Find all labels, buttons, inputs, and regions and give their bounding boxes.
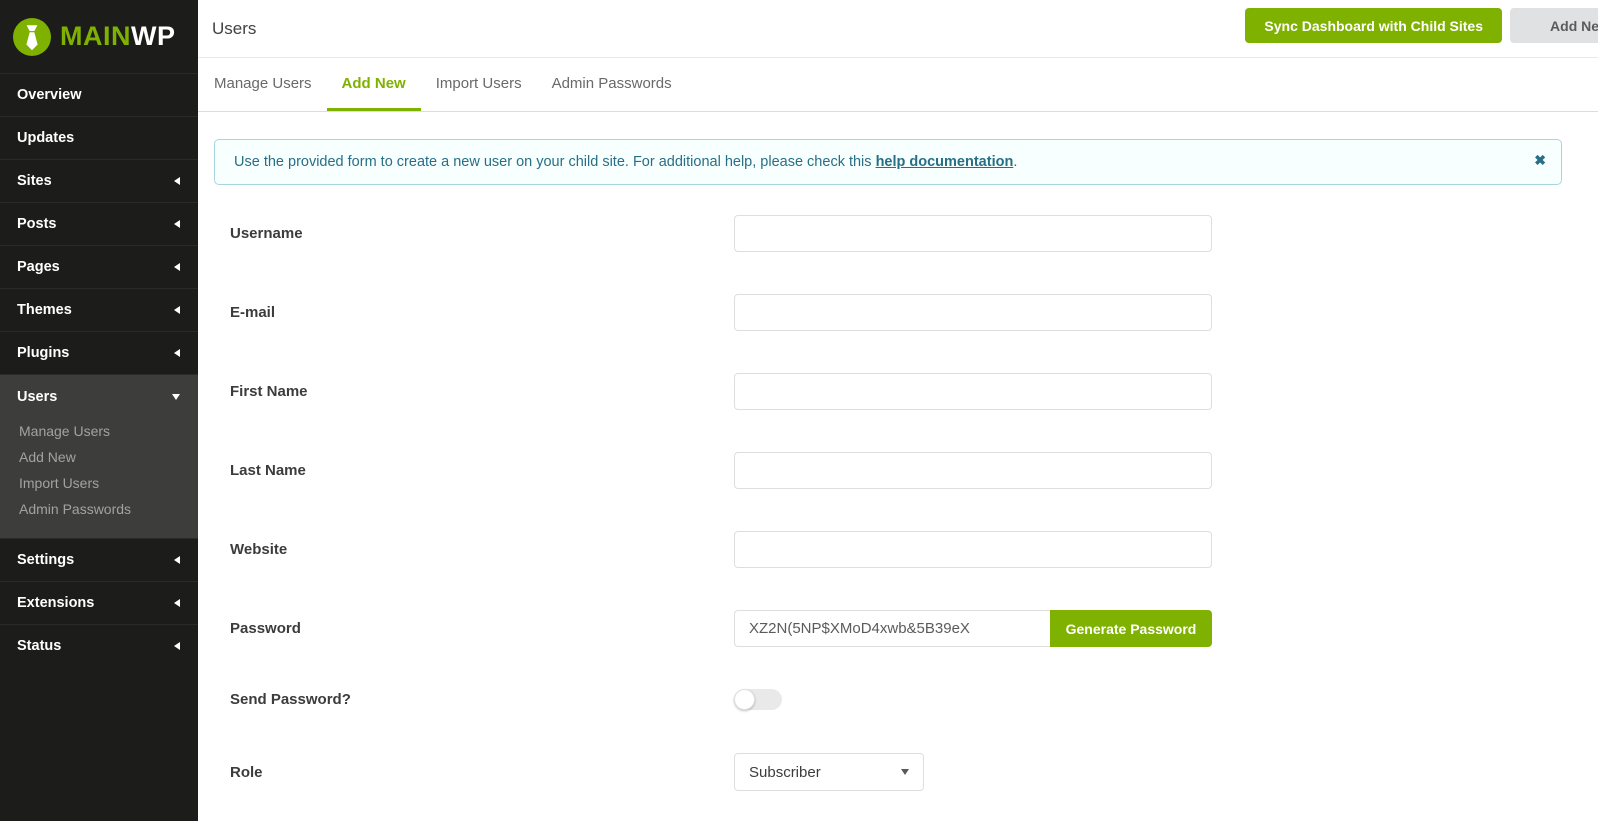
tab-manage-users[interactable]: Manage Users (214, 58, 327, 111)
sidebar-item-label: Pages (17, 259, 60, 275)
chevron-left-icon (174, 556, 180, 564)
chevron-left-icon (174, 642, 180, 650)
form-row-username: Username (214, 215, 1562, 252)
form-row-first-name: First Name (214, 373, 1562, 410)
mainwp-tie-icon (13, 17, 51, 56)
topbar: Users Sync Dashboard with Child Sites Ad… (198, 0, 1598, 58)
notice-text-suffix: . (1013, 154, 1018, 170)
form-row-last-name: Last Name (214, 452, 1562, 489)
main-content: Users Sync Dashboard with Child Sites Ad… (198, 0, 1598, 791)
sidebar-item-label: Status (17, 638, 62, 654)
tab-admin-passwords[interactable]: Admin Passwords (537, 58, 687, 111)
sidebar-item-label: Overview (17, 87, 82, 103)
send-password-label: Send Password? (230, 691, 351, 708)
sidebar-item-label: Sites (17, 173, 52, 189)
toggle-knob (734, 689, 755, 710)
add-new-button[interactable]: Add New (1510, 8, 1598, 43)
sidebar-subitem-add-new[interactable]: Add New (0, 444, 198, 470)
dropdown-caret-icon (901, 769, 909, 775)
sidebar-item-updates[interactable]: Updates (0, 116, 198, 159)
sync-dashboard-button[interactable]: Sync Dashboard with Child Sites (1245, 8, 1502, 43)
sidebar-item-overview[interactable]: Overview (0, 73, 198, 116)
sidebar-subitem-import-users[interactable]: Import Users (0, 470, 198, 496)
add-user-form: Username E-mail First Name Last Name Web… (214, 215, 1562, 791)
tab-import-users[interactable]: Import Users (421, 58, 537, 111)
chevron-left-icon (174, 177, 180, 185)
form-row-role: Role Subscriber (214, 753, 1562, 791)
last-name-field[interactable] (734, 452, 1212, 489)
website-label: Website (230, 541, 288, 558)
sidebar-item-settings[interactable]: Settings (0, 538, 198, 581)
first-name-field[interactable] (734, 373, 1212, 410)
form-row-website: Website (214, 531, 1562, 568)
generate-password-button[interactable]: Generate Password (1050, 610, 1212, 647)
send-password-toggle[interactable] (734, 689, 782, 710)
chevron-left-icon (174, 599, 180, 607)
username-field[interactable] (734, 215, 1212, 252)
sidebar-item-label: Updates (17, 130, 75, 146)
close-icon[interactable]: ✖ (1534, 153, 1546, 167)
chevron-left-icon (174, 220, 180, 228)
email-field[interactable] (734, 294, 1212, 331)
mainwp-logo[interactable]: MAINWP (0, 0, 198, 73)
sidebar-item-label: Extensions (17, 595, 95, 611)
chevron-left-icon (174, 263, 180, 271)
sidebar-subitem-admin-passwords[interactable]: Admin Passwords (0, 496, 198, 522)
sidebar-item-users[interactable]: Users (0, 375, 198, 418)
sidebar-item-label: Themes (17, 302, 72, 318)
sidebar-group-users: Users Manage Users Add New Import Users … (0, 374, 198, 538)
tab-bar: Manage Users Add New Import Users Admin … (198, 58, 1598, 112)
sidebar-item-status[interactable]: Status (0, 624, 198, 667)
chevron-left-icon (174, 349, 180, 357)
role-dropdown[interactable]: Subscriber (734, 753, 924, 791)
tab-add-new[interactable]: Add New (326, 58, 421, 111)
content-area: Use the provided form to create a new us… (198, 112, 1598, 791)
page-title: Users (212, 18, 257, 38)
form-row-email: E-mail (214, 294, 1562, 331)
chevron-down-icon (172, 393, 180, 400)
role-label: Role (230, 763, 263, 781)
notice-text: Use the provided form to create a new us… (234, 154, 876, 170)
sidebar-item-label: Plugins (17, 345, 70, 361)
password-field[interactable] (734, 610, 1050, 647)
sidebar-item-plugins[interactable]: Plugins (0, 331, 198, 374)
help-documentation-link[interactable]: help documentation (876, 154, 1014, 170)
sidebar-item-label: Settings (17, 552, 75, 568)
password-label: Password (230, 620, 301, 637)
chevron-left-icon (174, 306, 180, 314)
last-name-label: Last Name (230, 462, 306, 479)
form-row-send-password: Send Password? (214, 689, 1562, 710)
sidebar-item-extensions[interactable]: Extensions (0, 581, 198, 624)
info-notice: Use the provided form to create a new us… (214, 139, 1562, 185)
sidebar-subitem-manage-users[interactable]: Manage Users (0, 418, 198, 444)
brand-name: MAINWP (60, 21, 176, 51)
email-label: E-mail (230, 304, 276, 321)
form-row-password: Password Generate Password (214, 610, 1562, 647)
first-name-label: First Name (230, 383, 308, 400)
sidebar-item-label: Posts (17, 216, 57, 232)
sidebar-item-pages[interactable]: Pages (0, 245, 198, 288)
role-selected-value: Subscriber (749, 763, 821, 781)
sidebar-item-sites[interactable]: Sites (0, 159, 198, 202)
sidebar-item-posts[interactable]: Posts (0, 202, 198, 245)
username-label: Username (230, 225, 303, 242)
sidebar: MAINWP Overview Updates Sites Posts Page… (0, 0, 198, 821)
sidebar-item-label: Users (17, 388, 58, 405)
sidebar-item-themes[interactable]: Themes (0, 288, 198, 331)
website-field[interactable] (734, 531, 1212, 568)
